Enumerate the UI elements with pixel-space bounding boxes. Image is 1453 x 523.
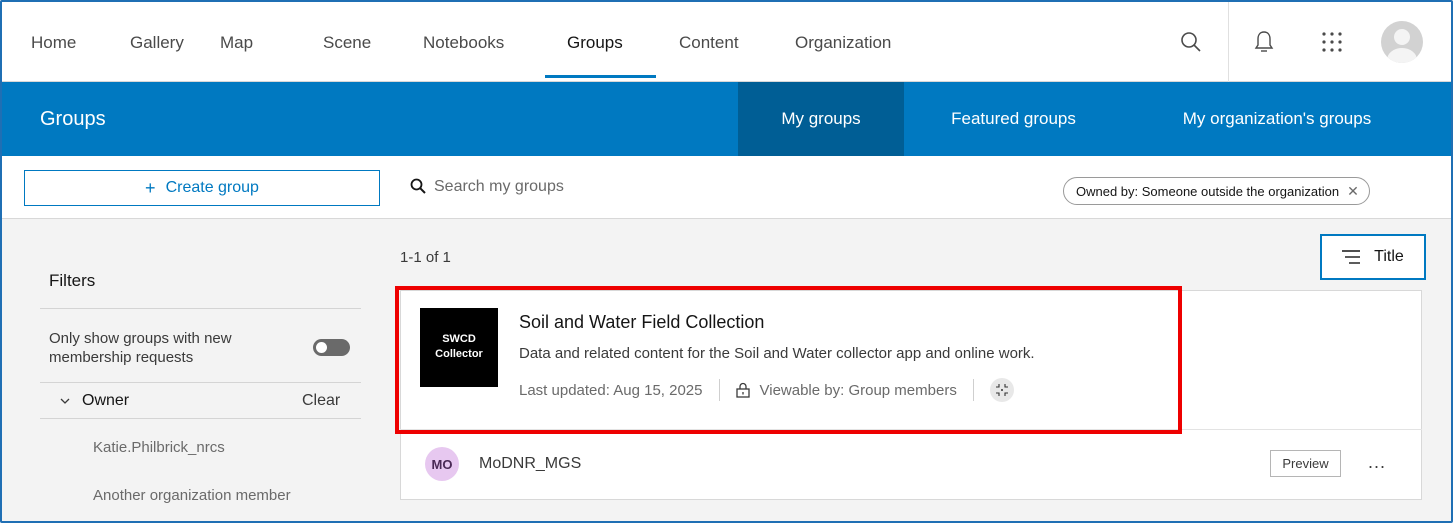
nav-gallery[interactable]: Gallery	[130, 33, 184, 53]
group-thumbnail[interactable]: SWCD Collector	[420, 308, 498, 387]
sort-icon	[1342, 250, 1361, 264]
divider	[400, 429, 1422, 430]
divider	[40, 382, 361, 383]
sort-button[interactable]: Title	[1320, 234, 1426, 280]
nav-notebooks[interactable]: Notebooks	[423, 33, 504, 53]
owner-name[interactable]: MoDNR_MGS	[479, 455, 581, 473]
shared-update-icon	[989, 378, 1014, 402]
search-icon	[410, 178, 426, 194]
create-group-button[interactable]: + Create group	[24, 170, 380, 206]
nav-map[interactable]: Map	[220, 33, 253, 53]
tab-my-groups[interactable]: My groups	[738, 82, 904, 156]
clear-button[interactable]: Clear	[302, 392, 340, 410]
search-input[interactable]	[434, 173, 994, 201]
groups-header: Groups My groups Featured groups My orga…	[2, 82, 1451, 156]
tab-label: My groups	[781, 109, 861, 128]
toggle-knob	[316, 342, 327, 353]
new-requests-toggle[interactable]	[313, 339, 350, 356]
nav-divider	[1228, 2, 1229, 82]
tab-label: My organization's groups	[1182, 109, 1372, 128]
filter-chip[interactable]: Owned by: Someone outside the organizati…	[1063, 177, 1370, 205]
toggle-label: Only show groups with new membership req…	[49, 330, 232, 366]
owner-filter-header[interactable]: Owner	[60, 392, 129, 410]
close-icon[interactable]: ✕	[1347, 183, 1359, 200]
active-nav-indicator	[545, 75, 656, 78]
user-avatar-icon[interactable]	[1380, 2, 1424, 82]
nav-groups[interactable]: Groups	[567, 33, 623, 53]
group-title[interactable]: Soil and Water Field Collection	[519, 312, 764, 333]
group-description: Data and related content for the Soil an…	[519, 345, 1035, 362]
preview-button[interactable]: Preview	[1270, 450, 1341, 477]
divider	[40, 418, 361, 419]
search-icon[interactable]	[1169, 2, 1213, 82]
avatar	[1381, 21, 1423, 63]
lock-icon	[735, 382, 750, 398]
viewable-by: Viewable by: Group members	[759, 381, 957, 399]
meta-divider	[718, 379, 720, 401]
nav-scene[interactable]: Scene	[323, 33, 371, 53]
filter-chip-label: Owned by: Someone outside the organizati…	[1076, 183, 1340, 199]
create-group-label: Create group	[165, 179, 259, 196]
nav-organization[interactable]: Organization	[795, 33, 891, 53]
tab-label: Featured groups	[951, 109, 1076, 128]
page-title: Groups	[40, 108, 106, 130]
more-options-button[interactable]: ...	[1368, 452, 1386, 473]
sort-label: Title	[1374, 248, 1404, 265]
tab-featured-groups[interactable]: Featured groups	[917, 82, 1110, 156]
plus-icon: +	[145, 177, 156, 198]
top-navigation: Home Gallery Map Scene Notebooks Groups …	[2, 2, 1451, 82]
divider	[40, 308, 361, 309]
last-updated: Last updated: Aug 15, 2025	[519, 381, 703, 399]
filters-heading: Filters	[49, 271, 96, 290]
app-frame: Home Gallery Map Scene Notebooks Groups …	[0, 0, 1453, 523]
owner-heading: Owner	[82, 392, 130, 409]
nav-home[interactable]: Home	[31, 33, 76, 53]
thumbnail-text: Collector	[435, 348, 483, 360]
avatar: MO	[425, 447, 459, 481]
thumbnail-text: SWCD	[442, 333, 476, 345]
bell-icon[interactable]	[1242, 2, 1286, 82]
tab-my-organizations-groups[interactable]: My organization's groups	[1138, 82, 1416, 156]
nav-content[interactable]: Content	[679, 33, 739, 53]
result-count: 1-1 of 1	[400, 249, 451, 266]
group-meta: Last updated: Aug 15, 2025 Viewable by: …	[519, 378, 1014, 402]
meta-divider	[972, 379, 974, 401]
chevron-down-icon	[60, 398, 70, 404]
app-launcher-icon[interactable]	[1310, 2, 1354, 82]
owner-option[interactable]: Another organization member	[93, 487, 291, 504]
owner-option[interactable]: Katie.Philbrick_nrcs	[93, 439, 225, 456]
